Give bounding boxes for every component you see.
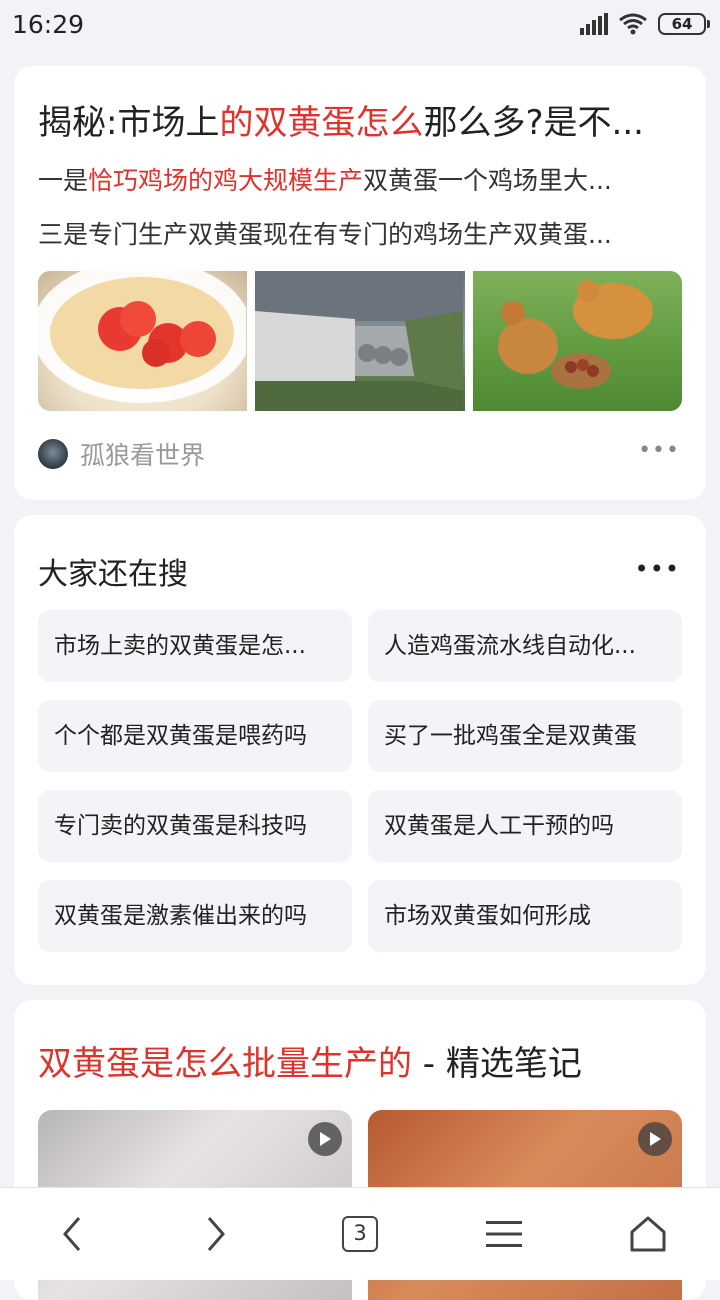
wifi-icon: [619, 13, 647, 35]
result-images[interactable]: [38, 271, 682, 411]
author-avatar: [38, 439, 68, 469]
related-search-item[interactable]: 市场上卖的双黄蛋是怎...: [38, 610, 352, 682]
related-search-item[interactable]: 个个都是双黄蛋是喂药吗: [38, 700, 352, 772]
farm-building-image[interactable]: [255, 271, 465, 411]
related-searches-card: 大家还在搜 ••• 市场上卖的双黄蛋是怎... 人造鸡蛋流水线自动化... 个个…: [14, 515, 706, 985]
bottom-navigation-bar: 3: [0, 1187, 720, 1280]
related-more-icon[interactable]: •••: [635, 555, 680, 583]
play-icon: [308, 1122, 342, 1156]
related-search-item[interactable]: 买了一批鸡蛋全是双黄蛋: [368, 700, 682, 772]
result-snippet-2: 三是专门生产双黄蛋现在有专门的鸡场生产双黄蛋...: [38, 220, 612, 249]
menu-button[interactable]: [474, 1204, 534, 1264]
related-search-item[interactable]: 市场双黄蛋如何形成: [368, 880, 682, 952]
author-name: 孤狼看世界: [80, 441, 206, 470]
related-searches-title: 大家还在搜: [38, 557, 188, 592]
related-searches-grid: 市场上卖的双黄蛋是怎... 人造鸡蛋流水线自动化... 个个都是双黄蛋是喂药吗 …: [38, 610, 682, 952]
more-options-icon[interactable]: •••: [638, 438, 680, 463]
play-icon: [638, 1122, 672, 1156]
status-bar: 16:29 64: [0, 0, 720, 52]
tab-count-badge: 3: [342, 1216, 378, 1252]
status-icons: 64: [580, 13, 710, 35]
home-button[interactable]: [618, 1204, 678, 1264]
home-icon: [630, 1216, 666, 1252]
search-result-card[interactable]: 揭秘:市场上的双黄蛋怎么那么多?是不... 一是恰巧鸡场的鸡大规模生产双黄蛋一个…: [14, 66, 706, 500]
related-search-item[interactable]: 双黄蛋是激素催出来的吗: [38, 880, 352, 952]
forward-button[interactable]: [186, 1204, 246, 1264]
related-search-item[interactable]: 双黄蛋是人工干预的吗: [368, 790, 682, 862]
battery-icon: 64: [658, 13, 710, 35]
result-headline[interactable]: 揭秘:市场上的双黄蛋怎么那么多?是不...: [38, 100, 678, 146]
chickens-basket-image[interactable]: [472, 271, 682, 411]
menu-icon: [486, 1221, 522, 1247]
related-search-item[interactable]: 专门卖的双黄蛋是科技吗: [38, 790, 352, 862]
tabs-button[interactable]: 3: [330, 1204, 390, 1264]
egg-bowl-image[interactable]: [38, 271, 248, 411]
related-search-item[interactable]: 人造鸡蛋流水线自动化...: [368, 610, 682, 682]
status-time: 16:29: [12, 10, 85, 39]
notes-title[interactable]: 双黄蛋是怎么批量生产的 - 精选笔记: [38, 1036, 582, 1085]
back-button[interactable]: [42, 1204, 102, 1264]
chevron-left-icon: [63, 1217, 81, 1251]
chevron-right-icon: [207, 1217, 225, 1251]
result-author[interactable]: 孤狼看世界: [38, 436, 205, 472]
result-snippet-1: 一是恰巧鸡场的鸡大规模生产双黄蛋一个鸡场里大...: [38, 166, 612, 195]
signal-icon: [580, 13, 608, 35]
